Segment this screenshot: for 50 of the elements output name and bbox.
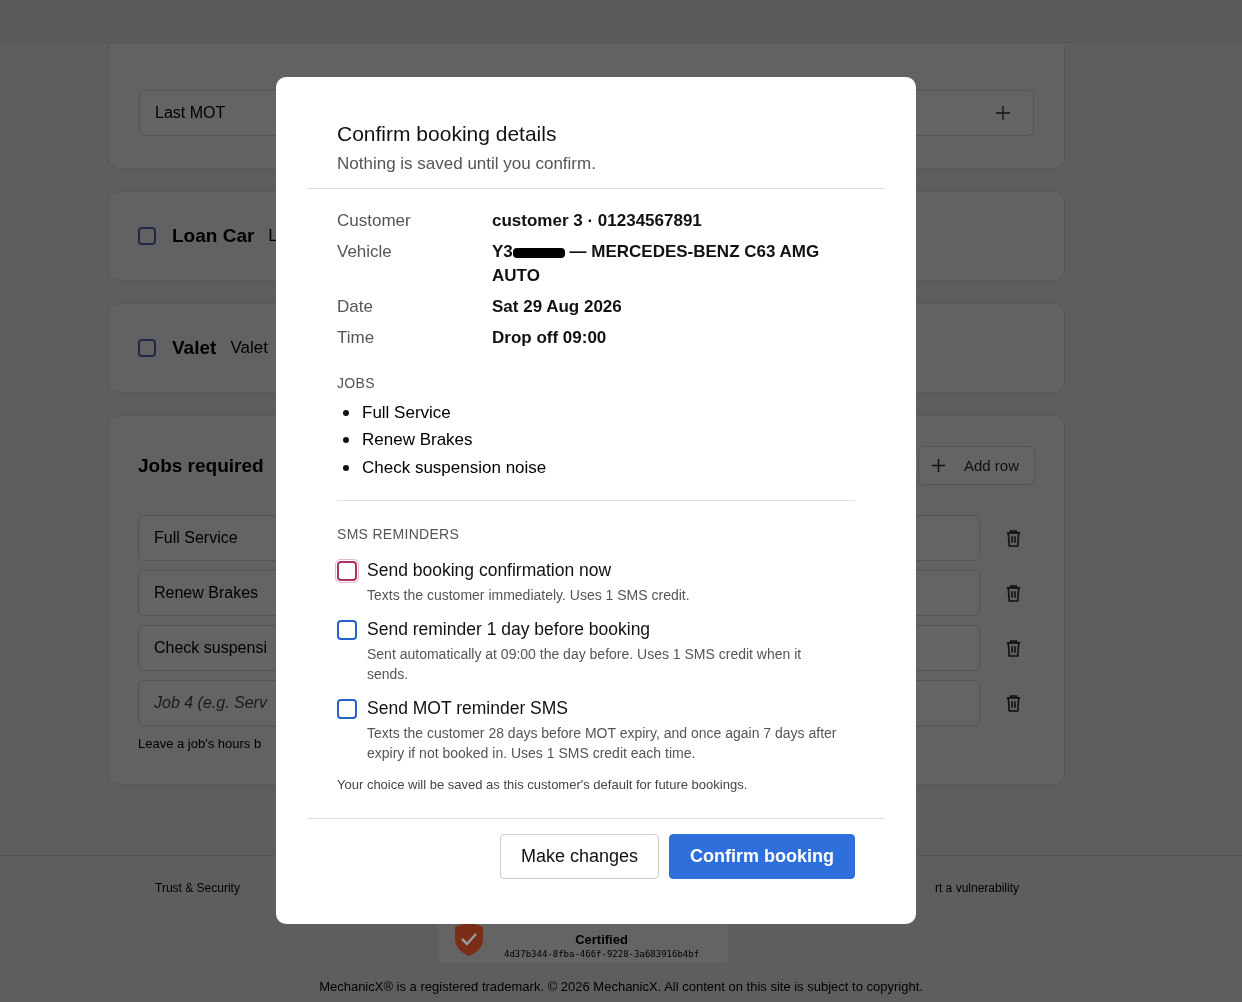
detail-value: Y3 — MERCEDES-BENZ C63 AMG AUTO bbox=[492, 241, 821, 287]
detail-value: Drop off 09:00 bbox=[492, 327, 608, 349]
detail-label: Time bbox=[337, 328, 376, 349]
trash-icon[interactable] bbox=[1005, 528, 1022, 548]
section-title: Jobs required bbox=[138, 454, 264, 477]
badge-label: Certified bbox=[575, 932, 628, 947]
checkbox[interactable] bbox=[337, 619, 357, 640]
secondary-button[interactable]: Make changes bbox=[499, 834, 659, 879]
checkbox[interactable] bbox=[337, 698, 357, 719]
note-text: Your choice will be saved as this customer's default for future bookings. bbox=[337, 776, 749, 792]
copyright-text: MechanicX® is a registered trademark. © 2026 MechanicX. All content on this site is subject to copyright. bbox=[318, 979, 924, 994]
checkbox[interactable] bbox=[138, 227, 156, 245]
confirm-button[interactable]: Confirm booking bbox=[669, 834, 855, 879]
detail-label: Date bbox=[337, 297, 374, 318]
checkbox-description: Texts the customer 28 days before MOT expiry, and once again 7 days after expiry if not booked in. Uses 1 SMS credit each time. bbox=[367, 723, 837, 763]
hint-text: Leave a job's hours b bbox=[138, 736, 263, 751]
detail-value: customer 3 · 01234567891 bbox=[492, 210, 703, 232]
trash-icon[interactable] bbox=[1005, 693, 1022, 713]
dialog-title: Confirm booking details bbox=[337, 122, 558, 146]
option-description: Valet bbox=[230, 338, 268, 358]
trash-icon[interactable] bbox=[1005, 583, 1022, 603]
plus-icon bbox=[930, 458, 946, 473]
checkbox[interactable] bbox=[138, 339, 156, 357]
add-row-button[interactable]: Add row bbox=[917, 446, 1035, 485]
dialog-subtitle: Nothing is saved until you confirm. bbox=[337, 154, 597, 174]
job-item: Check suspension noise bbox=[362, 457, 547, 478]
field-label: Last MOT bbox=[155, 104, 226, 122]
section-heading: JOBS bbox=[337, 375, 376, 391]
footer-link[interactable]: Trust & Security bbox=[155, 881, 240, 895]
job-item: Renew Brakes bbox=[362, 430, 473, 451]
bullet-icon bbox=[343, 464, 349, 471]
plus-icon[interactable] bbox=[995, 105, 1011, 121]
detail-value: Sat 29 Aug 2026 bbox=[492, 296, 623, 318]
checkbox-label: Send reminder 1 day before booking bbox=[367, 618, 652, 640]
bullet-icon bbox=[343, 437, 349, 444]
detail-label: Customer bbox=[337, 211, 412, 232]
checkbox-description: Texts the customer immediately. Uses 1 SMS credit. bbox=[367, 585, 690, 605]
footer-link[interactable]: rt a vulnerability bbox=[934, 881, 1019, 895]
checkbox-description: Sent automatically at 09:00 the day before. Uses 1 SMS credit when it sends. bbox=[367, 644, 803, 684]
detail-label: Vehicle bbox=[337, 242, 393, 263]
bullet-icon bbox=[343, 409, 349, 416]
section-heading: SMS REMINDERS bbox=[337, 525, 461, 542]
job-item: Full Service bbox=[362, 402, 451, 423]
option-label: Loan Car bbox=[172, 225, 255, 247]
checkbox-label: Send MOT reminder SMS bbox=[367, 697, 569, 719]
shield-check-icon bbox=[454, 921, 484, 957]
trash-icon[interactable] bbox=[1005, 638, 1022, 658]
option-label: Valet bbox=[172, 337, 217, 359]
checkbox-label: Send booking confirmation now bbox=[367, 559, 613, 581]
badge-code: 4d37b344-8fba-466f-9228-3a683916b4bf bbox=[504, 949, 700, 959]
